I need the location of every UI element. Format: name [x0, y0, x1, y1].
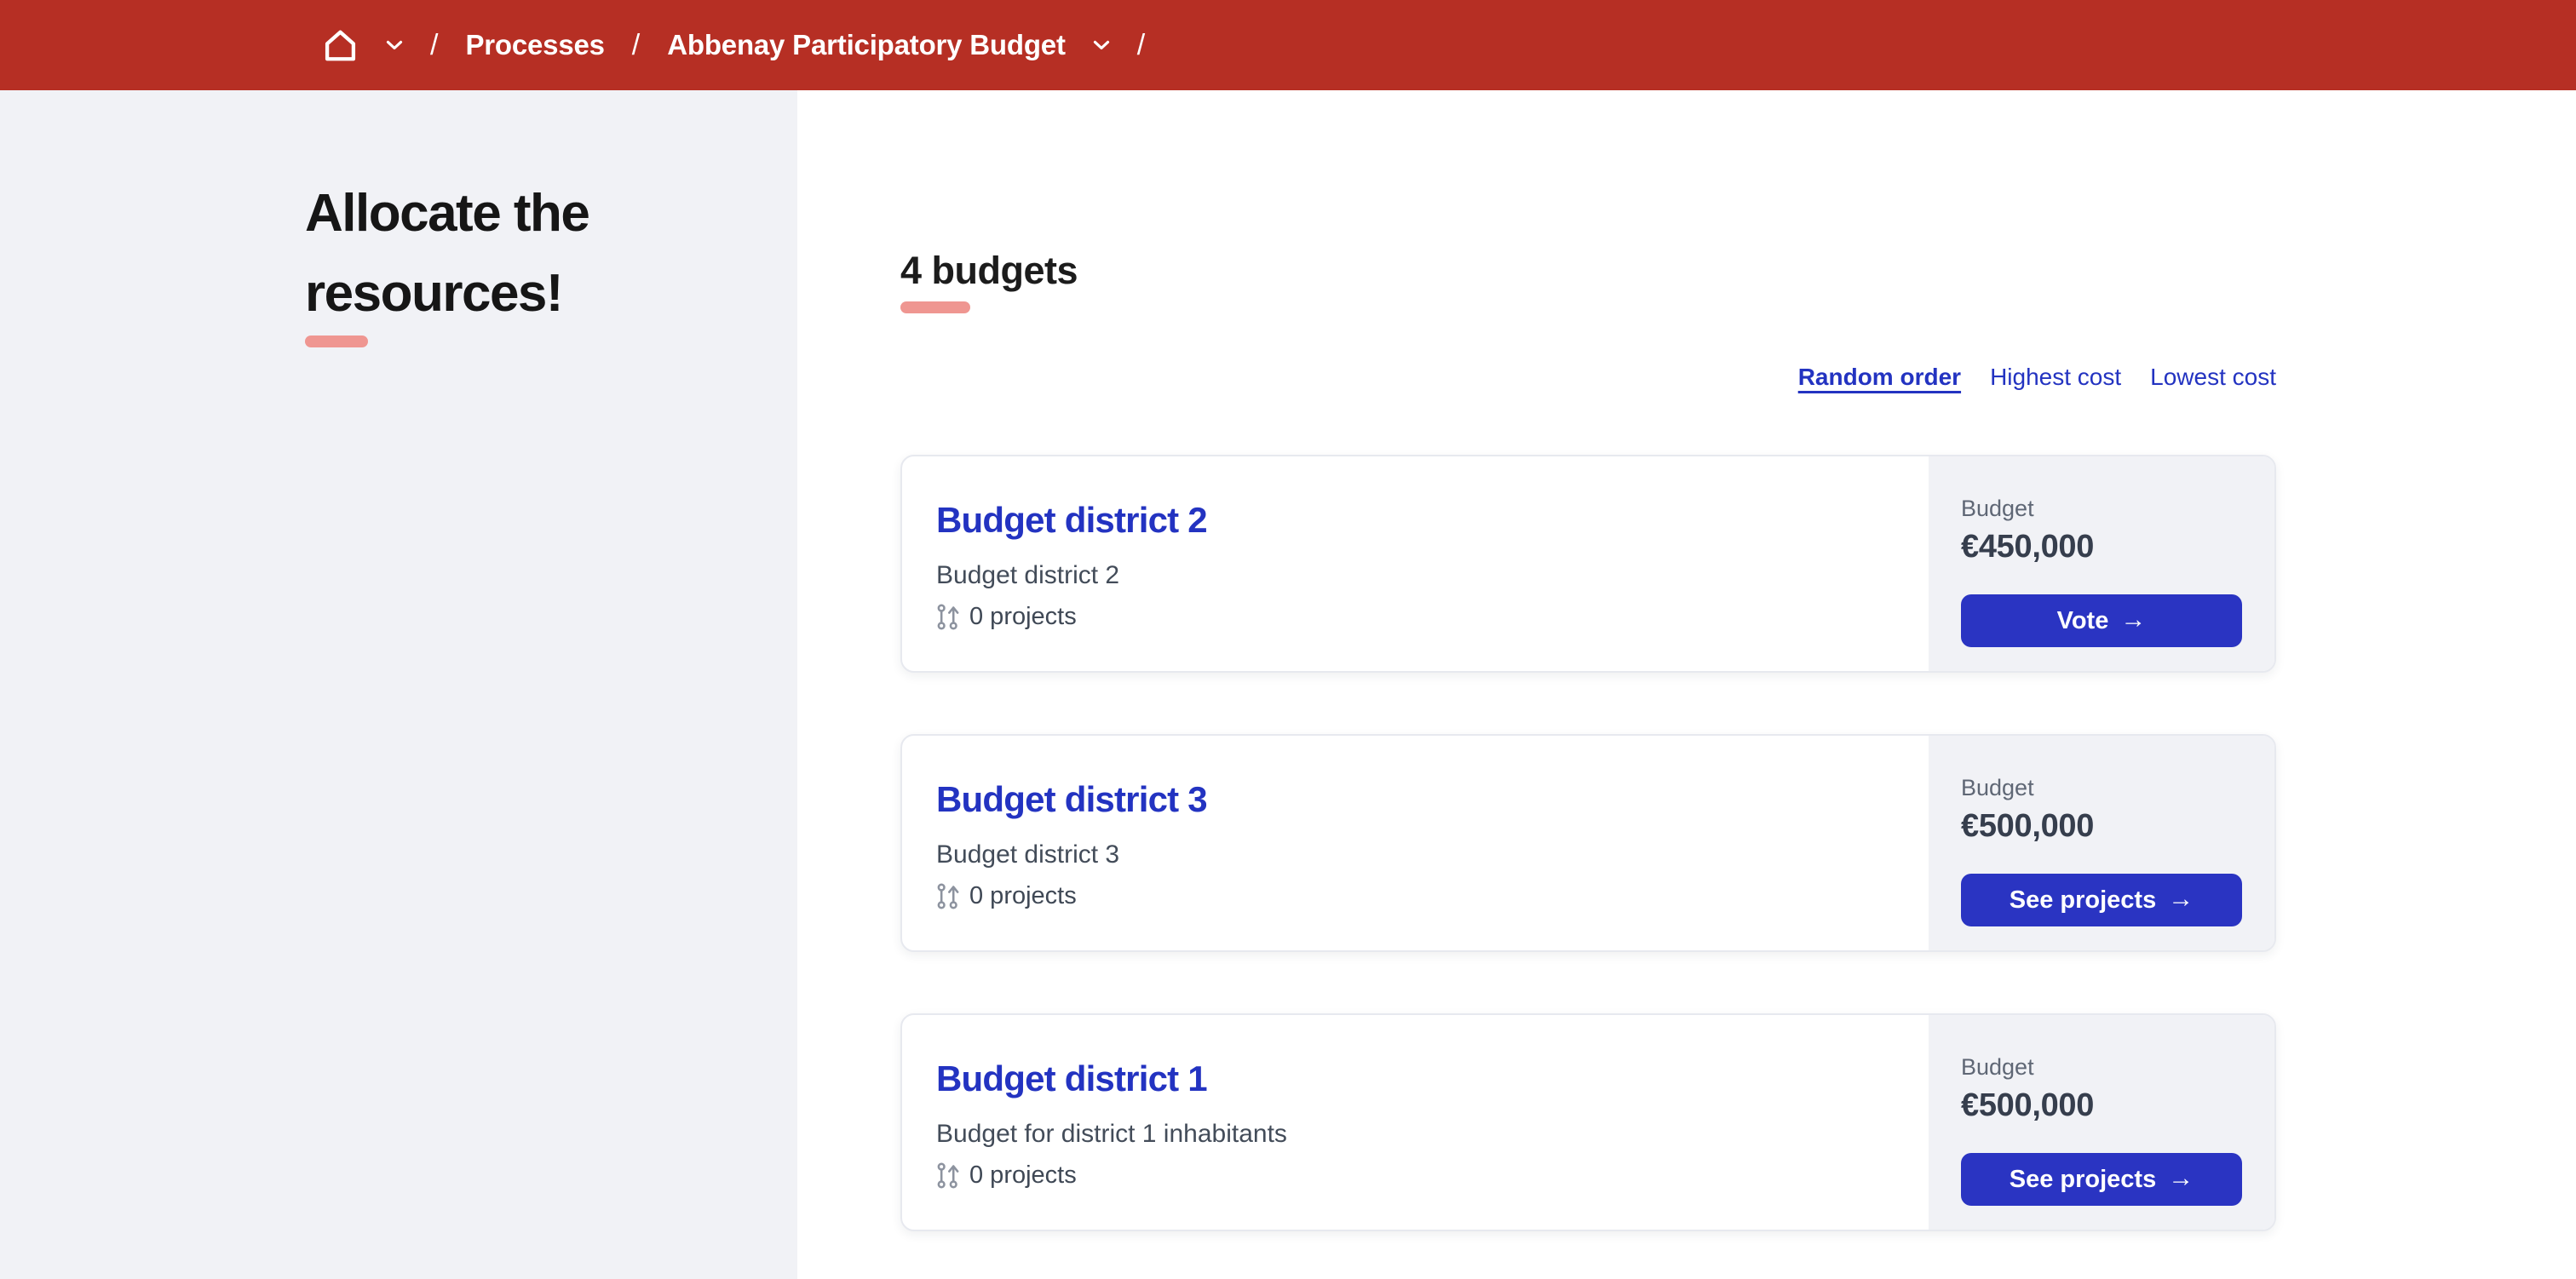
- budget-description: Budget for district 1 inhabitants: [936, 1120, 1287, 1148]
- projects-count: 0 projects: [969, 603, 1077, 630]
- sidebar: Allocate the resources!: [0, 90, 797, 1279]
- breadcrumb-separator: /: [631, 28, 641, 61]
- arrow-right-icon: →: [2168, 885, 2194, 913]
- projects-count: 0 projects: [969, 1161, 1077, 1189]
- topbar: / Processes / Abbenay Participatory Budg…: [0, 0, 2576, 90]
- projects-icon: [936, 603, 959, 631]
- budget-label: Budget: [1961, 496, 2034, 521]
- budget-card: Budget district 1 Budget for district 1 …: [900, 1013, 2276, 1231]
- arrow-right-icon: →: [2168, 1164, 2194, 1192]
- see-projects-button[interactable]: See projects →: [1961, 1153, 2242, 1206]
- projects-count: 0 projects: [969, 882, 1077, 909]
- breadcrumb-processes-link[interactable]: Processes: [465, 29, 605, 61]
- see-projects-button-label: See projects: [2009, 1165, 2157, 1193]
- sort-options: Random order Highest cost Lowest cost: [900, 363, 2276, 392]
- budget-side-panel: Budget €450,000 Vote →: [1929, 456, 2274, 671]
- budget-card: Budget district 3 Budget district 3 0 pr…: [900, 734, 2276, 952]
- budget-side-panel: Budget €500,000 See projects →: [1929, 1015, 2274, 1230]
- budget-side-panel: Budget €500,000 See projects →: [1929, 736, 2274, 950]
- see-projects-button-label: See projects: [2009, 886, 2157, 914]
- vote-button-label: Vote: [2056, 606, 2109, 634]
- page-title-line-2: resources!: [305, 264, 564, 323]
- projects-icon: [936, 1161, 959, 1190]
- page-title: Allocate the resources!: [305, 174, 746, 334]
- budget-title-link[interactable]: Budget district 3: [936, 775, 1208, 824]
- budget-amount: €450,000: [1961, 529, 2095, 565]
- see-projects-button[interactable]: See projects →: [1961, 874, 2242, 926]
- page-body: Allocate the resources! 4 budgets Random…: [0, 90, 2576, 1279]
- sort-highest-cost-link[interactable]: Highest cost: [1990, 364, 2121, 391]
- budget-description: Budget district 3: [936, 840, 1120, 869]
- title-underline-decoration: [305, 336, 368, 347]
- budget-meta: 0 projects: [936, 882, 1895, 910]
- breadcrumb-separator: /: [430, 28, 439, 61]
- budget-label: Budget: [1961, 1054, 2034, 1080]
- home-icon[interactable]: [322, 27, 359, 64]
- page-title-line-1: Allocate the: [305, 184, 590, 243]
- budget-meta: 0 projects: [936, 603, 1895, 631]
- budget-card: Budget district 2 Budget district 2 0 pr…: [900, 455, 2276, 673]
- home-chevron-down-icon[interactable]: [386, 40, 403, 51]
- budget-amount: €500,000: [1961, 1087, 2095, 1123]
- sort-lowest-cost-link[interactable]: Lowest cost: [2150, 364, 2276, 391]
- process-chevron-down-icon[interactable]: [1093, 40, 1110, 51]
- arrow-right-icon: →: [2120, 605, 2147, 634]
- budget-title-link[interactable]: Budget district 1: [936, 1054, 1208, 1104]
- budget-amount: €500,000: [1961, 808, 2095, 844]
- heading-underline-decoration: [900, 301, 970, 313]
- projects-icon: [936, 882, 959, 910]
- vote-button[interactable]: Vote →: [1961, 594, 2242, 647]
- budget-description: Budget district 2: [936, 561, 1120, 589]
- budget-title-link[interactable]: Budget district 2: [936, 496, 1208, 545]
- budget-meta: 0 projects: [936, 1161, 1895, 1190]
- breadcrumb-separator: /: [1136, 28, 1146, 61]
- budgets-count-heading: 4 budgets: [900, 249, 1078, 292]
- budget-card-list: Budget district 2 Budget district 2 0 pr…: [900, 455, 2276, 1231]
- budget-card-body: Budget district 3 Budget district 3 0 pr…: [902, 736, 1929, 950]
- budget-label: Budget: [1961, 775, 2034, 800]
- budget-card-body: Budget district 2 Budget district 2 0 pr…: [902, 456, 1929, 671]
- breadcrumb-process-title-link[interactable]: Abbenay Participatory Budget: [667, 29, 1066, 61]
- main-content: 4 budgets Random order Highest cost Lowe…: [797, 90, 2576, 1279]
- sort-random-order-link[interactable]: Random order: [1798, 364, 1961, 391]
- budget-card-body: Budget district 1 Budget for district 1 …: [902, 1015, 1929, 1230]
